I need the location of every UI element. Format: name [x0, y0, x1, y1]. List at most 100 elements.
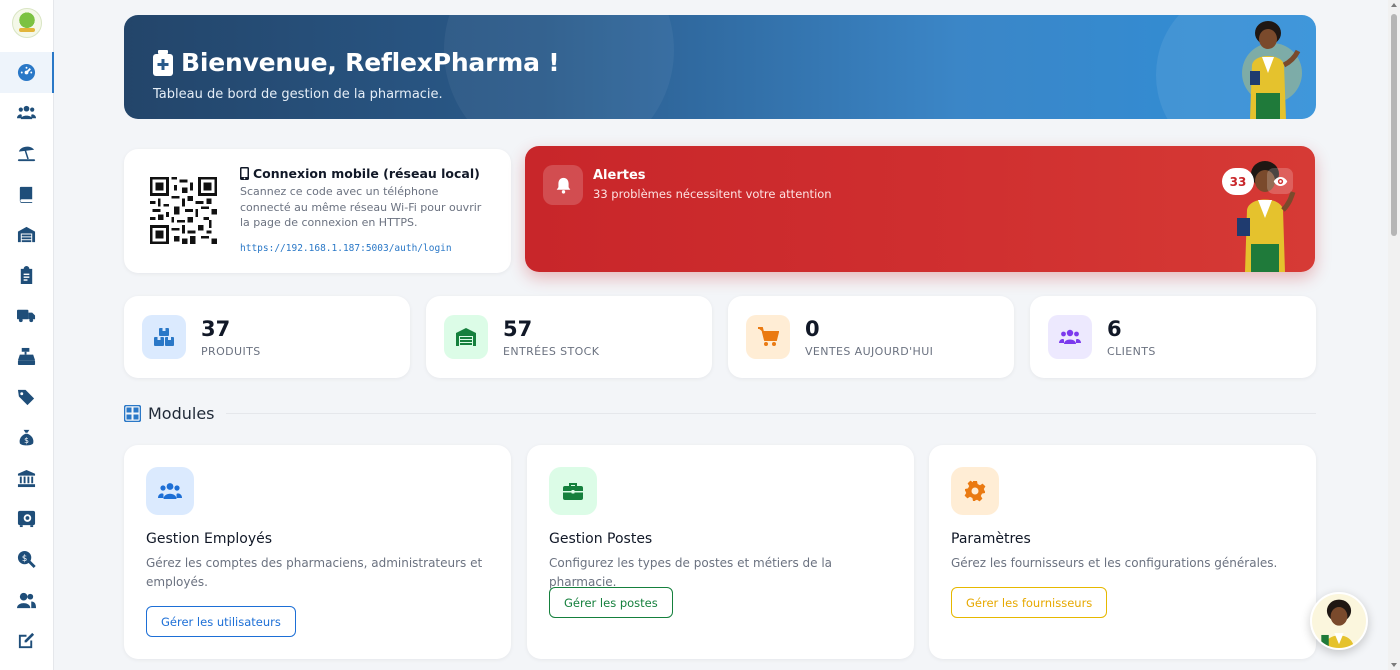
stat-value: 57	[503, 317, 533, 341]
assistant-avatar	[1312, 594, 1366, 648]
mobile-connection-card: Connexion mobile (réseau local) Scannez …	[124, 149, 511, 273]
grid-icon	[124, 405, 141, 422]
manage-suppliers-button[interactable]: Gérer les fournisseurs	[951, 587, 1108, 618]
bank-icon	[17, 469, 36, 487]
page-title: Bienvenue, ReflexPharma !	[181, 48, 560, 77]
module-icon-wrapper	[146, 467, 194, 515]
stat-card-sales-today[interactable]: 0 VENTES AUJOURD'HUI	[728, 296, 1014, 378]
alerts-banner[interactable]: Alertes 33 problèmes nécessitent votre a…	[525, 146, 1315, 272]
warehouse-icon	[17, 227, 36, 243]
module-icon-wrapper	[951, 467, 999, 515]
welcome-banner: Bienvenue, ReflexPharma ! Tableau de bor…	[124, 15, 1316, 119]
assistant-avatar-button[interactable]	[1310, 592, 1368, 650]
stat-value: 37	[201, 317, 231, 341]
stat-label: ENTRÉES STOCK	[503, 345, 600, 358]
modules-title: Modules	[148, 404, 215, 423]
users-icon	[158, 483, 182, 499]
sidebar-item-cash-register[interactable]	[0, 336, 54, 377]
module-card-employees: Gestion Employés Gérez les comptes des p…	[124, 445, 511, 659]
sidebar-item-finance[interactable]: $	[0, 417, 54, 458]
users-icon	[17, 106, 36, 120]
manage-users-button[interactable]: Gérer les utilisateurs	[146, 606, 296, 637]
module-title: Gestion Employés	[146, 531, 273, 547]
safe-icon	[17, 511, 36, 528]
sidebar-item-safe[interactable]	[0, 499, 54, 540]
book-icon	[19, 186, 33, 203]
stat-label: PRODUITS	[201, 345, 261, 358]
stat-label: VENTES AUJOURD'HUI	[805, 345, 934, 358]
stat-icon-wrapper	[1048, 315, 1092, 359]
mobile-icon	[240, 167, 249, 180]
alerts-message: 33 problèmes nécessitent votre attention	[593, 187, 832, 201]
svg-text:$: $	[22, 554, 27, 564]
module-description: Configurez les types de postes et métier…	[549, 556, 833, 589]
boxes-icon	[154, 328, 174, 346]
scroll-up-arrow[interactable]	[1391, 3, 1397, 7]
sidebar-item-catalog[interactable]	[0, 174, 54, 215]
eye-icon	[1273, 176, 1287, 186]
stat-label: CLIENTS	[1107, 345, 1156, 358]
sidebar-item-promotions[interactable]	[0, 377, 54, 418]
edit-icon	[18, 633, 35, 649]
stat-icon-wrapper	[142, 315, 186, 359]
pharmacy-logo[interactable]	[11, 8, 42, 38]
module-card-positions: Gestion Postes Configurez les types de p…	[527, 445, 914, 659]
medkit-icon	[153, 49, 173, 76]
mobile-connection-description: Scannez ce code avec un téléphone connec…	[240, 185, 482, 229]
sidebar-item-bank[interactable]	[0, 458, 54, 499]
sidebar-item-clients[interactable]	[0, 580, 54, 621]
sidebar-item-audit[interactable]: $	[0, 539, 54, 580]
clipboard-icon	[20, 265, 33, 284]
module-title: Paramètres	[951, 531, 1031, 547]
module-description: Gérez les comptes des pharmaciens, admin…	[146, 556, 483, 589]
sidebar: $ $	[0, 0, 54, 670]
sidebar-item-deliveries[interactable]	[0, 296, 54, 337]
truck-icon	[17, 310, 36, 323]
sidebar-item-warehouse[interactable]	[0, 214, 54, 255]
alerts-title: Alertes	[593, 168, 646, 183]
module-title: Gestion Postes	[549, 531, 653, 547]
sidebar-item-dashboard[interactable]	[0, 52, 54, 93]
view-alerts-button[interactable]	[1267, 168, 1293, 194]
scroll-down-arrow[interactable]	[1391, 663, 1397, 667]
cart-icon	[758, 327, 779, 346]
user-group-icon	[17, 592, 36, 608]
svg-text:$: $	[24, 436, 29, 445]
mobile-connection-title: Connexion mobile (réseau local)	[240, 166, 480, 181]
money-bag-icon: $	[19, 430, 34, 446]
gear-icon	[964, 480, 986, 502]
scrollbar-thumb[interactable]	[1391, 14, 1397, 236]
modules-heading: Modules	[124, 404, 215, 423]
stat-icon-wrapper	[444, 315, 488, 359]
page-subtitle: Tableau de bord de gestion de la pharmac…	[153, 87, 443, 102]
page-scrollbar[interactable]	[1388, 0, 1400, 670]
sidebar-item-edit[interactable]	[0, 620, 54, 661]
cash-register-icon	[17, 347, 36, 366]
sidebar-item-employees[interactable]	[0, 93, 54, 134]
bell-icon	[556, 177, 570, 194]
search-dollar-icon: $	[17, 550, 36, 568]
users-icon	[1059, 329, 1081, 344]
tachometer-icon	[17, 63, 36, 81]
module-description: Gérez les fournisseurs et les configurat…	[951, 556, 1278, 570]
module-icon-wrapper	[549, 467, 597, 515]
tags-icon	[17, 389, 35, 405]
umbrella-beach-icon	[17, 146, 36, 162]
sidebar-item-inventory[interactable]	[0, 255, 54, 296]
login-url[interactable]: https://192.168.1.187:5003/auth/login	[240, 243, 452, 254]
warehouse-icon	[456, 328, 476, 346]
stat-card-products[interactable]: 37 PRODUITS	[124, 296, 410, 378]
stat-card-clients[interactable]: 6 CLIENTS	[1030, 296, 1316, 378]
alerts-count-badge: 33	[1222, 168, 1254, 195]
briefcase-icon	[563, 483, 583, 500]
module-card-settings: Paramètres Gérez les fournisseurs et les…	[929, 445, 1316, 659]
qr-code[interactable]	[150, 177, 217, 244]
pharmacist-mascot	[1242, 21, 1302, 119]
section-divider	[226, 413, 1316, 414]
stat-card-stock-entries[interactable]: 57 ENTRÉES STOCK	[426, 296, 712, 378]
manage-positions-button[interactable]: Gérer les postes	[549, 587, 673, 618]
bell-icon-wrapper	[543, 165, 583, 205]
mobile-connection-title-text: Connexion mobile (réseau local)	[253, 166, 480, 181]
stat-value: 0	[805, 317, 820, 341]
sidebar-item-leave[interactable]	[0, 133, 54, 174]
